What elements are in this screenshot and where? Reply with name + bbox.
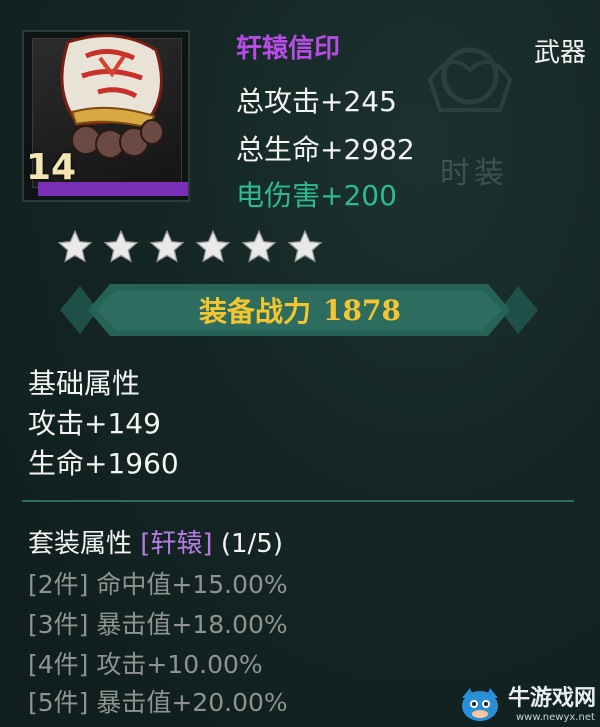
- stat-total-attack: 总攻击+245: [236, 85, 397, 118]
- set-attributes-header: 套装属性 [轩辕] (1/5): [28, 526, 283, 562]
- item-level: 14: [26, 147, 77, 188]
- star-icon: [287, 229, 323, 263]
- set-name: [轩辕]: [140, 529, 213, 559]
- site-logo-url: www.newyx.net: [516, 712, 595, 723]
- item-name: 轩辕信印: [236, 34, 341, 64]
- section-divider: [22, 500, 574, 502]
- star-icon: [149, 229, 185, 263]
- set-bonus-3: [3件] 暴击值+18.00%: [28, 610, 288, 639]
- stat-total-hp: 总生命+2982: [236, 133, 415, 166]
- star-icon: [195, 229, 231, 263]
- power-label: 装备战力: [199, 295, 312, 328]
- watermark-tag: 时装: [440, 156, 508, 191]
- star-icon: [57, 229, 93, 263]
- set-progress: (1/5): [220, 529, 283, 559]
- power-value: 1878: [323, 293, 401, 327]
- set-title: 套装属性: [28, 529, 133, 559]
- base-attributes-title: 基础属性: [28, 367, 141, 400]
- star-icon: [103, 229, 139, 263]
- set-bonus-4: [4件] 攻击+10.00%: [28, 650, 263, 679]
- base-attack: 攻击+149: [28, 407, 161, 440]
- site-logo-name: 牛游戏网: [508, 686, 597, 711]
- base-hp: 生命+1960: [28, 447, 179, 480]
- emblem-watermark-icon: [427, 47, 513, 112]
- stat-electric-damage: 电伤害+200: [236, 179, 397, 212]
- star-icon: [241, 229, 277, 263]
- item-type: 武器: [533, 38, 586, 68]
- set-bonus-2: [2件] 命中值+15.00%: [28, 570, 288, 599]
- site-logo-icon: [462, 688, 498, 721]
- power-display: 装备战力 1878: [0, 280, 600, 340]
- set-bonus-5: [5件] 暴击值+20.00%: [28, 688, 288, 717]
- star-rating: [56, 228, 324, 266]
